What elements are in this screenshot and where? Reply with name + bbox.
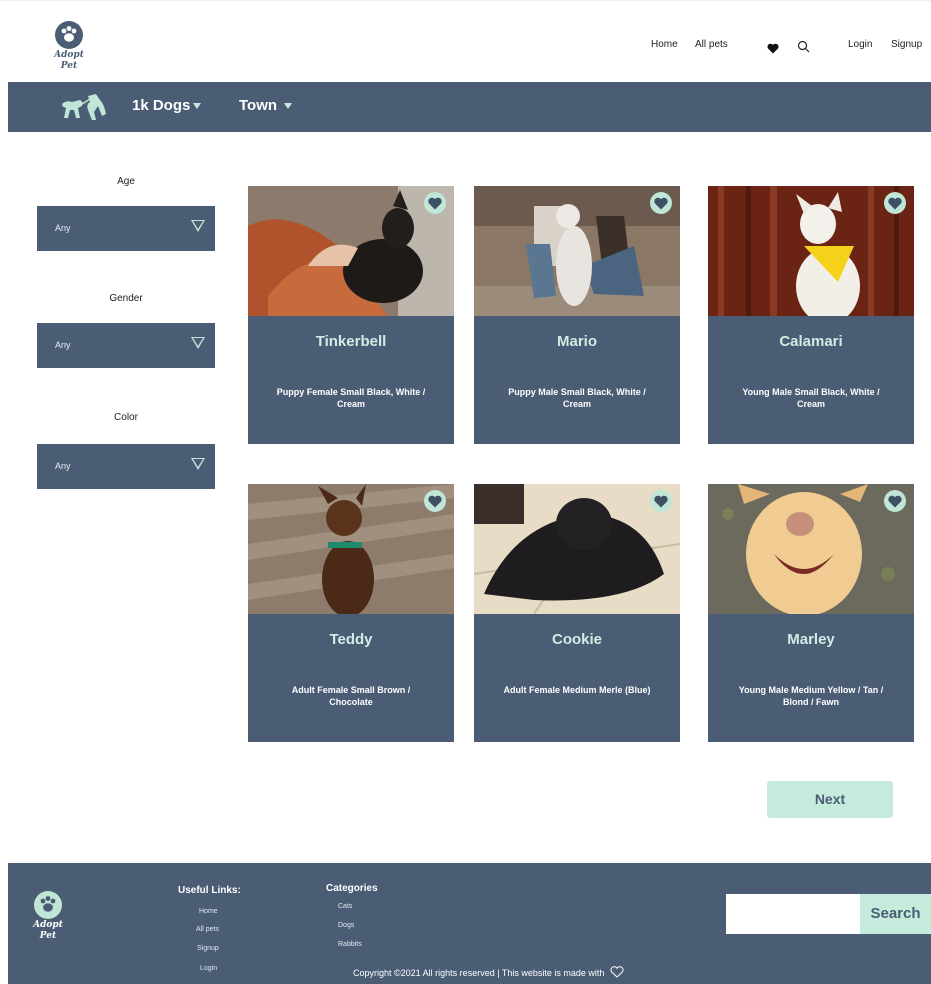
gender-filter-label: Gender (109, 293, 143, 304)
pet-description: Puppy Female Small Black, White / Cream (276, 387, 426, 409)
dog-person-icon (60, 92, 110, 129)
pet-photo (248, 484, 454, 614)
pet-description: Adult Female Medium Merle (Blue) (503, 685, 651, 695)
age-filter-select[interactable]: Any (37, 206, 215, 251)
categories-heading: Categories (326, 883, 378, 894)
paw-icon (55, 21, 83, 49)
nav-home[interactable]: Home (651, 39, 678, 50)
pet-card-calamari[interactable]: Calamari Young Male Small Black, White /… (708, 186, 914, 444)
pet-photo (708, 186, 914, 316)
logo-text-pet: Pet (60, 61, 78, 71)
pet-photo (248, 186, 454, 316)
footer-link-signup[interactable]: Signup (197, 945, 219, 952)
pet-description: Young Male Small Black, White / Cream (742, 387, 880, 409)
pet-name: Mario (556, 333, 597, 350)
age-filter-value: Any (55, 223, 71, 233)
pet-description: Puppy Male Small Black, White / Cream (508, 387, 646, 409)
footer-category-dogs[interactable]: Dogs (338, 922, 354, 929)
heart-icon[interactable] (767, 41, 781, 55)
next-button[interactable]: Next (767, 781, 893, 818)
footer-logo[interactable]: Adopt Pet (26, 891, 70, 941)
pet-card-tinkerbell[interactable]: Tinkerbell Puppy Female Small Black, Whi… (248, 186, 454, 444)
paw-icon (34, 891, 62, 919)
footer-search-input[interactable] (726, 894, 860, 934)
site-header: Adopt Pet Home All pets Login Signup (0, 0, 931, 82)
color-filter-select[interactable]: Any (37, 444, 215, 489)
favorite-heart-button[interactable] (650, 490, 672, 512)
pet-card-mario[interactable]: Mario Puppy Male Small Black, White / Cr… (474, 186, 680, 444)
pet-name: Tinkerbell (315, 333, 387, 350)
useful-links-heading: Useful Links: (178, 885, 241, 896)
town-dropdown[interactable]: Town (239, 97, 293, 114)
site-footer: Adopt Pet Useful Links: Home All pets Si… (8, 863, 931, 984)
favorite-heart-button[interactable] (650, 192, 672, 214)
color-filter-value: Any (55, 461, 71, 471)
footer-link-all-pets[interactable]: All pets (196, 926, 219, 933)
favorite-heart-button[interactable] (424, 490, 446, 512)
nav-all-pets[interactable]: All pets (695, 39, 728, 50)
pet-description: Young Male Medium Yellow / Tan / Blond /… (738, 685, 884, 707)
heart-outline-icon (610, 966, 624, 978)
chevron-down-icon (284, 103, 293, 110)
pet-name: Marley (787, 631, 835, 648)
pet-photo (474, 186, 680, 316)
copyright-text: Copyright ©2021 All rights reserved | Th… (353, 966, 624, 978)
search-icon[interactable] (797, 40, 811, 54)
pet-photo (474, 484, 680, 614)
footer-logo-text-pet: Pet (39, 931, 57, 941)
nav-login[interactable]: Login (848, 39, 872, 50)
footer-link-home[interactable]: Home (199, 908, 218, 915)
chevron-down-icon (191, 220, 205, 232)
chevron-down-icon (193, 103, 202, 110)
dogs-count-dropdown[interactable]: 1k Dogs (132, 97, 202, 114)
pet-name: Cookie (551, 631, 602, 648)
favorite-heart-button[interactable] (424, 192, 446, 214)
footer-search-button[interactable]: Search (860, 894, 931, 934)
chevron-down-icon (191, 337, 205, 349)
pet-name: Teddy (329, 631, 373, 648)
header-logo[interactable]: Adopt Pet (44, 21, 94, 71)
town-label: Town (239, 97, 278, 114)
footer-category-rabbits[interactable]: Rabbits (338, 941, 362, 948)
pet-photo (708, 484, 914, 614)
gender-filter-value: Any (55, 340, 71, 350)
pet-description: Adult Female Small Brown / Chocolate (291, 685, 411, 707)
pet-name: Calamari (779, 333, 843, 350)
filter-bar: 1k Dogs Town (8, 82, 931, 132)
favorite-heart-button[interactable] (884, 490, 906, 512)
pet-card-cookie[interactable]: Cookie Adult Female Medium Merle (Blue) (474, 484, 680, 742)
favorite-heart-button[interactable] (884, 192, 906, 214)
chevron-down-icon (191, 458, 205, 470)
footer-link-login[interactable]: Login (200, 965, 217, 972)
footer-category-cats[interactable]: Cats (338, 903, 352, 910)
age-filter-label: Age (117, 176, 135, 187)
color-filter-label: Color (114, 412, 138, 423)
gender-filter-select[interactable]: Any (37, 323, 215, 368)
dogs-count-label: 1k Dogs (132, 97, 191, 114)
logo-text-adopt: Adopt (54, 50, 84, 60)
copyright-label: Copyright ©2021 All rights reserved | Th… (353, 968, 605, 978)
footer-logo-text-adopt: Adopt (33, 920, 63, 930)
pet-card-marley[interactable]: Marley Young Male Medium Yellow / Tan / … (708, 484, 914, 742)
nav-signup[interactable]: Signup (891, 39, 922, 50)
pet-card-teddy[interactable]: Teddy Adult Female Small Brown / Chocola… (248, 484, 454, 742)
